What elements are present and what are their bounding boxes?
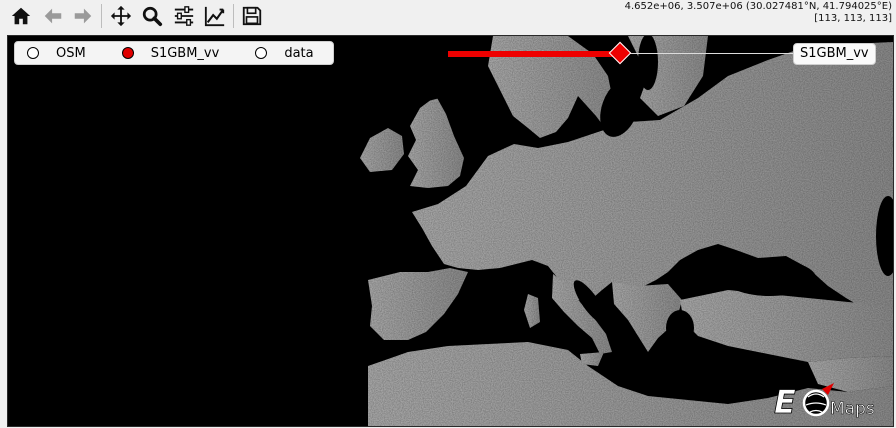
layer-label-data: data [284, 45, 314, 61]
layer-selector: OSM S1GBM_vv data [14, 41, 334, 65]
home-button[interactable] [8, 3, 34, 29]
home-icon [11, 7, 31, 25]
layer-option-data[interactable]: data [255, 45, 314, 61]
layer-radio-data[interactable] [255, 47, 268, 59]
slider-track-filled[interactable] [448, 51, 621, 57]
layer-radio-osm[interactable] [27, 47, 39, 59]
pan-icon [110, 5, 132, 27]
logo-text: Maps [830, 399, 875, 419]
subplots-config-icon [174, 6, 194, 26]
satellite-map [8, 36, 893, 426]
coords-line-1: 4.652e+06, 3.507e+06 (30.027481°N, 41.79… [624, 1, 892, 12]
layer-option-s1gbm[interactable]: S1GBM_vv [121, 45, 256, 61]
zoom-icon [142, 6, 163, 27]
coords-line-2: [113, 113, 113] [814, 13, 892, 24]
layer-option-osm[interactable]: OSM [27, 46, 122, 61]
toolbar-separator [233, 4, 234, 28]
zoom-button[interactable] [139, 3, 165, 29]
slider-track-empty[interactable] [621, 53, 793, 54]
svg-text:E: E [774, 383, 796, 419]
subplots-config-button[interactable] [171, 3, 197, 29]
forward-arrow-icon [74, 8, 92, 24]
save-button[interactable] [239, 3, 265, 29]
pan-button[interactable] [108, 3, 134, 29]
edit-axes-button[interactable] [202, 3, 228, 29]
forward-button[interactable] [70, 3, 96, 29]
eomaps-logo: E Maps [774, 383, 876, 419]
back-arrow-icon [44, 8, 62, 24]
cursor-coordinates: 4.652e+06, 3.507e+06 (30.027481°N, 41.79… [625, 1, 892, 25]
slider-label: S1GBM_vv [793, 43, 876, 65]
back-button[interactable] [40, 3, 66, 29]
layer-radio-s1gbm[interactable] [121, 47, 134, 59]
layer-label-osm: OSM [56, 45, 86, 61]
layer-label-s1gbm: S1GBM_vv [150, 45, 220, 61]
toolbar-separator [101, 4, 102, 28]
map-canvas[interactable]: OSM S1GBM_vv data S1GBM_vv E Maps [7, 35, 894, 427]
toolbar: 4.652e+06, 3.507e+06 (30.027481°N, 41.79… [0, 0, 896, 32]
edit-axes-icon [204, 6, 225, 27]
save-icon [242, 6, 262, 26]
